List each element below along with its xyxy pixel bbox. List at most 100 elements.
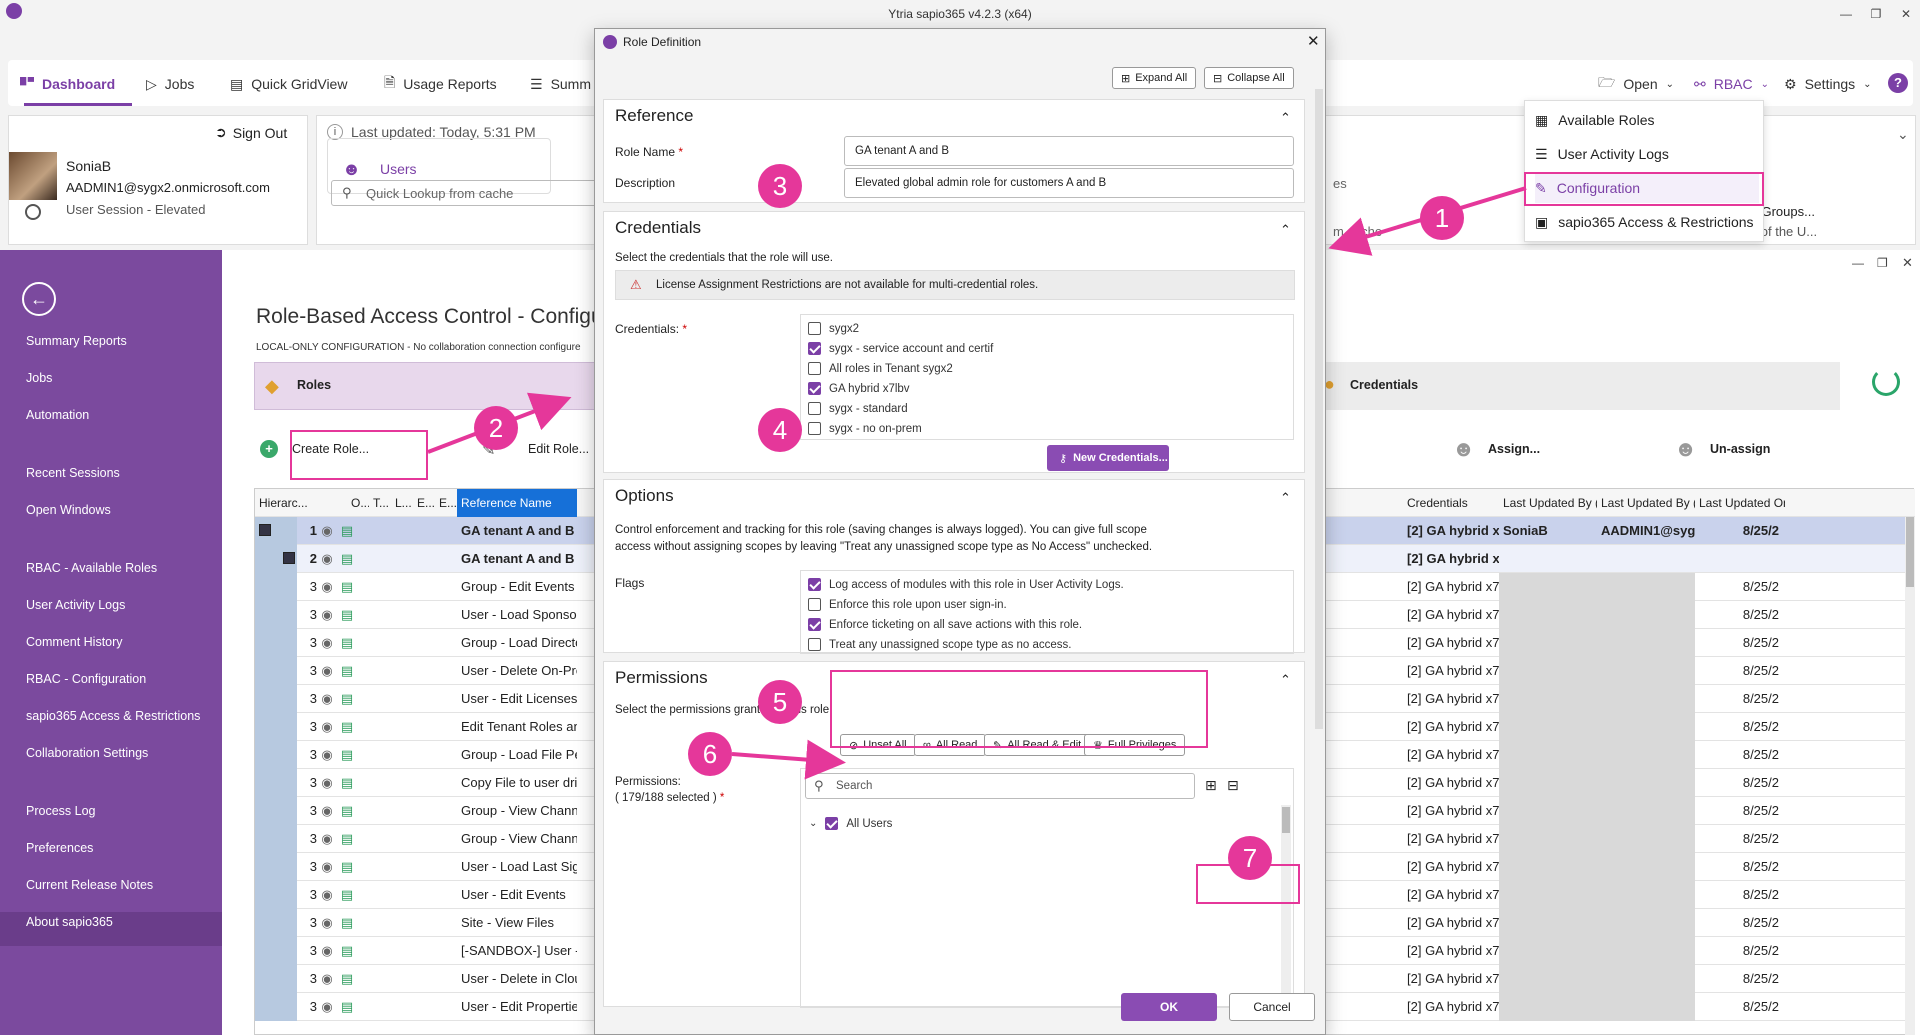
tab-dashboard[interactable]: Dashboard	[20, 74, 115, 94]
credential-option[interactable]: sygx - service account and certif	[808, 342, 993, 355]
minimize-icon[interactable]: —	[1852, 256, 1864, 270]
cancel-button[interactable]: Cancel	[1229, 993, 1315, 1021]
sign-out-button[interactable]: ➲ Sign Out	[215, 124, 287, 141]
expand-all-button[interactable]: ⊞ Expand All	[1112, 67, 1197, 89]
ok-button[interactable]: OK	[1121, 993, 1217, 1021]
sidebar-item-release-notes[interactable]: Current Release Notes	[26, 878, 153, 892]
column-header[interactable]: E...	[413, 489, 435, 517]
tab-summary[interactable]: ☰ Summ	[530, 74, 591, 94]
menu-item-available-roles[interactable]: ▦ Available Roles	[1535, 105, 1759, 135]
sidebar-item-preferences[interactable]: Preferences	[26, 841, 93, 855]
sidebar-item-automation[interactable]: Automation	[26, 408, 89, 422]
rbac-menu-button[interactable]: ⚯ RBAC ⌄	[1694, 74, 1769, 94]
checkbox[interactable]	[808, 322, 821, 335]
checkbox[interactable]	[808, 342, 821, 355]
sidebar-item-collaboration-settings[interactable]: Collaboration Settings	[26, 746, 148, 760]
column-header[interactable]: Credentials	[1403, 489, 1499, 517]
menu-item-user-activity-logs[interactable]: ☰ User Activity Logs	[1535, 139, 1759, 169]
credential-option[interactable]: GA hybrid x7lbv	[808, 382, 910, 395]
checkbox[interactable]	[808, 422, 821, 435]
help-icon[interactable]: ?	[1888, 73, 1908, 93]
column-header-reference-name[interactable]: Reference Name	[457, 489, 577, 517]
description-input[interactable]: Elevated global admin role for customers…	[844, 168, 1294, 198]
checkbox[interactable]	[808, 362, 821, 375]
column-header[interactable]: Last Updated By (...	[1499, 489, 1597, 517]
checkbox[interactable]	[808, 402, 821, 415]
sidebar-item-process-log[interactable]: Process Log	[26, 804, 95, 818]
hierarchy-level: 2	[309, 551, 317, 566]
role-name-input[interactable]: GA tenant A and B	[844, 136, 1294, 166]
column-header[interactable]: Last Updated On	[1695, 489, 1785, 517]
flag-option[interactable]: Enforce ticketing on all save actions wi…	[808, 618, 1082, 631]
unassign-button[interactable]: Un-assign	[1710, 442, 1770, 456]
tree-item-all-users[interactable]: ⌄ All Users	[809, 817, 892, 830]
collapse-all-button[interactable]: ⊟ Collapse All	[1204, 67, 1294, 89]
minimize-icon[interactable]: —	[1838, 6, 1854, 22]
chevron-up-icon[interactable]: ⌃	[1280, 110, 1291, 125]
sidebar-item-recent-sessions[interactable]: Recent Sessions	[26, 466, 120, 480]
flag-option[interactable]: Treat any unassigned scope type as no ac…	[808, 638, 1072, 651]
edit-role-button[interactable]: Edit Role...	[528, 442, 589, 456]
sidebar-item-user-activity-logs[interactable]: User Activity Logs	[26, 598, 125, 612]
sidebar-item-about[interactable]: About sapio365	[26, 915, 113, 929]
close-icon[interactable]: ✕	[1902, 255, 1913, 271]
chevron-down-icon[interactable]: ⌄	[1897, 126, 1909, 143]
open-menu-button[interactable]: 🗁 Open ⌄	[1598, 74, 1674, 94]
settings-menu-button[interactable]: ⚙ Settings ⌄	[1784, 74, 1872, 94]
maximize-icon[interactable]: ❐	[1877, 256, 1888, 270]
menu-item-access-restrictions[interactable]: ▣ sapio365 Access & Restrictions	[1535, 207, 1759, 237]
sidebar-item-jobs[interactable]: Jobs	[26, 371, 52, 385]
permissions-search-input[interactable]: ⚲ Search	[805, 773, 1195, 799]
collapse-node-icon[interactable]	[259, 524, 271, 536]
dialog-close-icon[interactable]: ✕	[1307, 32, 1320, 50]
unlock-icon: ▤	[340, 691, 354, 706]
sidebar-item-rbac-available-roles[interactable]: RBAC - Available Roles	[26, 561, 157, 575]
assign-button[interactable]: Assign...	[1488, 442, 1540, 456]
credentials-section-bar[interactable]: ● Credentials	[1320, 362, 1840, 410]
column-header[interactable]: Hierarc...	[255, 489, 325, 517]
checkbox[interactable]	[808, 578, 821, 591]
credential-option[interactable]: sygx - standard	[808, 402, 908, 415]
expand-tree-icon[interactable]: ⊞	[1205, 777, 1217, 794]
last-updated-on-cell: 8/25/2	[1742, 915, 1779, 930]
collapse-tree-icon[interactable]: ⊟	[1227, 777, 1239, 794]
sidebar-item-rbac-configuration[interactable]: RBAC - Configuration	[26, 672, 146, 686]
chevron-up-icon[interactable]: ⌃	[1280, 672, 1291, 687]
credential-option[interactable]: All roles in Tenant sygx2	[808, 362, 953, 375]
new-credentials-button[interactable]: ⚷ New Credentials...	[1047, 445, 1169, 471]
grid-scrollbar[interactable]	[1905, 517, 1915, 1035]
tab-jobs[interactable]: ▷ Jobs	[146, 74, 194, 94]
sidebar-item-open-windows[interactable]: Open Windows	[26, 503, 111, 517]
tab-quick-gridview[interactable]: ▤ Quick GridView	[230, 74, 347, 94]
reference-name-cell: Copy File to user drive (i	[461, 775, 577, 790]
column-header[interactable]: L...	[391, 489, 413, 517]
back-arrow-icon[interactable]: ←	[22, 282, 56, 316]
sidebar-item-summary-reports[interactable]: Summary Reports	[26, 334, 127, 348]
refresh-icon[interactable]	[1872, 368, 1900, 396]
credential-option[interactable]: sygx2	[808, 322, 859, 335]
column-header[interactable]: O...	[347, 489, 369, 517]
flag-option[interactable]: Enforce this role upon user sign-in.	[808, 598, 1007, 611]
checkbox[interactable]	[825, 817, 839, 830]
dialog-scrollbar[interactable]	[1315, 89, 1323, 729]
last-updated-on-cell: 8/25/2	[1742, 607, 1779, 622]
column-header[interactable]: T...	[369, 489, 391, 517]
maximize-icon[interactable]: ❐	[1868, 6, 1884, 22]
collapse-node-icon[interactable]	[283, 552, 295, 564]
flag-option[interactable]: Log access of modules with this role in …	[808, 578, 1124, 591]
checkbox[interactable]	[808, 618, 821, 631]
sidebar-item-comment-history[interactable]: Comment History	[26, 635, 123, 649]
column-header[interactable]: E...	[435, 489, 457, 517]
checkbox[interactable]	[808, 382, 821, 395]
credential-option[interactable]: sygx - no on-prem	[808, 422, 922, 435]
chevron-up-icon[interactable]: ⌃	[1280, 222, 1291, 237]
close-window-icon[interactable]: ✕	[1898, 6, 1914, 22]
tab-usage-reports[interactable]: 🗎 Usage Reports	[384, 74, 497, 94]
chevron-up-icon[interactable]: ⌃	[1280, 490, 1291, 505]
checkbox[interactable]	[808, 638, 821, 651]
checkbox[interactable]	[808, 598, 821, 611]
column-header[interactable]: Last Updated By (...	[1597, 489, 1695, 517]
sidebar-item-access-restrictions[interactable]: sapio365 Access & Restrictions	[26, 709, 200, 723]
tree-scrollbar[interactable]	[1281, 805, 1291, 1005]
last-updated-by-cell	[1499, 629, 1597, 657]
